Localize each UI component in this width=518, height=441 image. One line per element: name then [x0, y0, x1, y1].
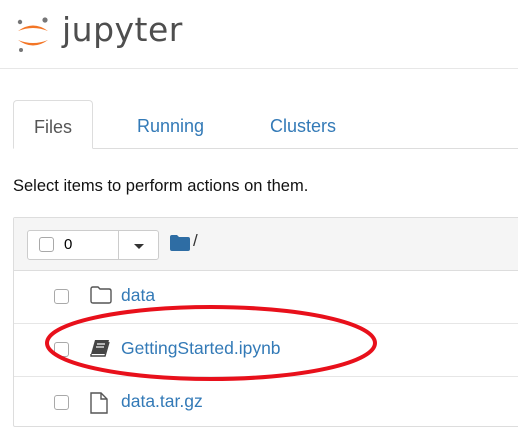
jupyter-logo-icon[interactable] [15, 16, 51, 54]
file-name-link[interactable]: GettingStarted.ipynb [121, 338, 281, 359]
file-list: 0 / data GettingStarted.ipynb data.tar.g… [13, 217, 518, 427]
tab-files[interactable]: Files [13, 100, 94, 149]
list-item[interactable]: GettingStarted.ipynb [14, 324, 518, 377]
tab-clusters[interactable]: Clusters [250, 100, 356, 148]
row-checkbox[interactable] [54, 289, 69, 304]
select-button-group: 0 [27, 230, 159, 260]
select-all-checkbox[interactable] [39, 237, 54, 252]
caret-down-icon [134, 244, 144, 249]
logo-wordmark[interactable]: jupyter [62, 10, 183, 49]
tab-running[interactable]: Running [117, 100, 224, 148]
list-item[interactable]: data [14, 271, 518, 324]
select-all-button[interactable]: 0 [27, 230, 119, 260]
folder-icon [90, 286, 112, 304]
tab-bar: Files Running Clusters [13, 100, 518, 149]
list-item[interactable]: data.tar.gz [14, 377, 518, 429]
folder-icon[interactable] [170, 235, 190, 251]
breadcrumb-path[interactable]: / [193, 231, 198, 251]
header-bar: jupyter [0, 0, 518, 69]
file-list-header: 0 / [14, 218, 518, 271]
file-name-link[interactable]: data.tar.gz [121, 391, 203, 412]
file-icon [90, 392, 108, 414]
selection-hint: Select items to perform actions on them. [13, 177, 309, 195]
notebook-icon [90, 340, 110, 357]
row-checkbox[interactable] [54, 395, 69, 410]
selection-dropdown-button[interactable] [118, 230, 159, 260]
selected-count: 0 [64, 236, 73, 253]
file-name-link[interactable]: data [121, 285, 155, 306]
row-checkbox[interactable] [54, 342, 69, 357]
